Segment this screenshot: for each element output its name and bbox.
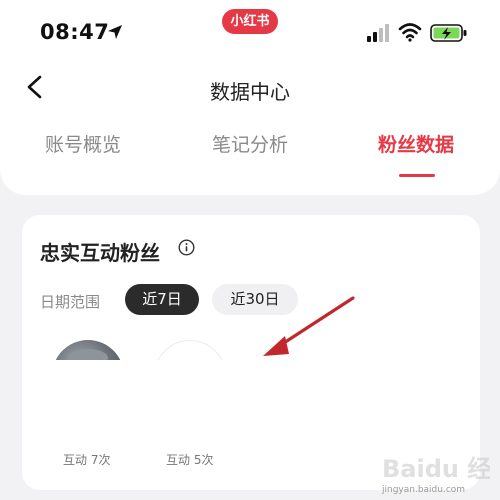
tab-note-analysis[interactable]: 笔记分析 bbox=[180, 130, 320, 157]
location-arrow-icon bbox=[108, 25, 122, 39]
status-time: 08:47 bbox=[40, 20, 110, 44]
active-tab-indicator bbox=[399, 174, 435, 177]
fan-2-interaction-count: 互动 5次 bbox=[166, 453, 214, 467]
status-bar: 08:47 小红书 bbox=[0, 0, 500, 64]
annotation-arrow-icon bbox=[263, 296, 355, 356]
battery-charging-icon bbox=[430, 24, 467, 42]
signal-icon bbox=[367, 24, 389, 42]
watermark-text: Baidu 经验 bbox=[382, 455, 490, 483]
fan-1-interaction-count: 互动 7次 bbox=[63, 453, 111, 467]
chip-last-7-days[interactable]: 近7日 bbox=[125, 284, 199, 315]
card-title: 忠实互动粉丝 bbox=[40, 241, 160, 265]
tab-account-overview[interactable]: 账号概览 bbox=[13, 130, 153, 157]
wifi-icon bbox=[398, 23, 422, 42]
watermark-subtext: jingyan.baidu.com bbox=[382, 485, 466, 495]
app-badge: 小红书 bbox=[222, 9, 278, 34]
info-icon[interactable] bbox=[178, 239, 195, 256]
tab-bar: 账号概览 笔记分析 粉丝数据 bbox=[0, 130, 500, 180]
tab-fan-data[interactable]: 粉丝数据 bbox=[346, 130, 486, 157]
nav-bar: 数据中心 bbox=[0, 64, 500, 114]
top-panel: 08:47 小红书 数据中心 账号概览 笔记分析 粉丝数据 bbox=[0, 0, 500, 195]
date-range-label: 日期范围 bbox=[40, 293, 101, 311]
card-content-area bbox=[22, 360, 480, 445]
page-title: 数据中心 bbox=[210, 80, 290, 104]
